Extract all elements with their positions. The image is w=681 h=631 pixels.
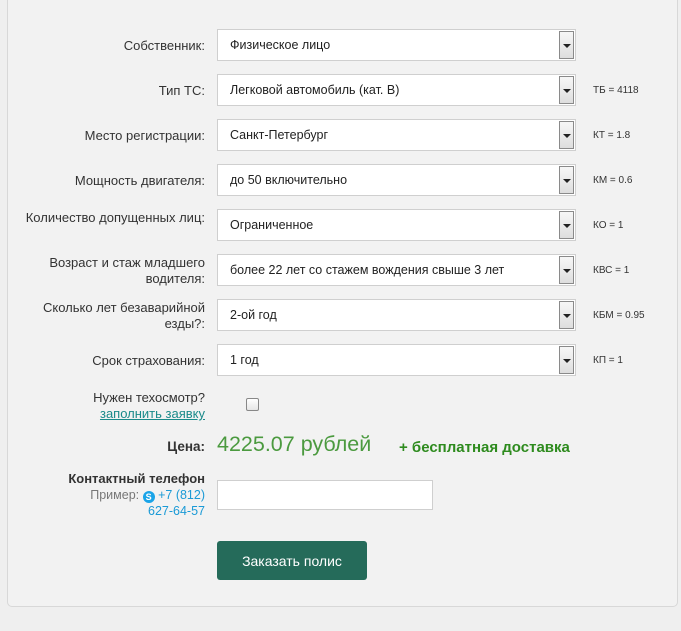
inspection-wrapper: заполнить заявку: [15, 406, 205, 422]
price-label: Цена:: [167, 439, 205, 454]
skype-icon: S: [142, 491, 155, 503]
coef-tb: ТБ = 4118: [593, 85, 639, 96]
phone-example-number-2[interactable]: 627-64-57: [148, 504, 205, 518]
chevron-down-icon[interactable]: [559, 211, 574, 239]
vehicle-type-select-value: Легковой автомобиль (кат. В): [230, 83, 400, 97]
registration-place-label: Место регистрации:: [84, 128, 205, 143]
insurance-term-select-value: 1 год: [230, 353, 259, 367]
chevron-down-icon[interactable]: [559, 31, 574, 59]
accident-free-select[interactable]: 2-ой год: [217, 299, 576, 331]
registration-place-select-value: Санкт-Петербург: [230, 128, 329, 142]
price-value: 4225.07 рублей: [217, 432, 372, 456]
chevron-down-icon[interactable]: [559, 76, 574, 104]
chevron-down-icon[interactable]: [559, 301, 574, 329]
driver-age-label: Возраст и стаж младшего водителя:: [49, 255, 205, 286]
chevron-down-icon[interactable]: [559, 166, 574, 194]
registration-place-select[interactable]: Санкт-Петербург: [217, 119, 576, 151]
vehicle-type-select[interactable]: Легковой автомобиль (кат. В): [217, 74, 576, 106]
allowed-persons-label: Количество допущенных лиц:: [25, 210, 205, 225]
accident-free-select-value: 2-ой год: [230, 308, 277, 322]
accident-free-label: Сколько лет безаварийной езды?:: [43, 300, 205, 331]
coef-kt: КТ = 1.8: [593, 130, 631, 141]
driver-age-select[interactable]: более 22 лет со стажем вождения свыше 3 …: [217, 254, 576, 286]
coef-ko: КО = 1: [593, 220, 624, 231]
fill-request-link[interactable]: заполнить заявку: [100, 406, 205, 421]
engine-power-select-value: до 50 включительно: [230, 173, 348, 187]
insurance-term-select[interactable]: 1 год: [217, 344, 576, 376]
phone-example-number-1[interactable]: +7 (812): [158, 488, 205, 502]
free-delivery-text: + бесплатная доставка: [399, 439, 570, 456]
vehicle-type-label: Тип ТС:: [158, 83, 205, 98]
coef-kbm: КБМ = 0.95: [593, 310, 645, 321]
inspection-label: Нужен техосмотр?: [93, 390, 205, 405]
owner-select[interactable]: Физическое лицо: [217, 29, 576, 61]
allowed-persons-select-value: Ограниченное: [230, 218, 314, 232]
owner-label: Собственник:: [123, 38, 205, 53]
order-policy-button[interactable]: Заказать полис: [217, 541, 367, 580]
engine-power-label: Мощность двигателя:: [74, 173, 205, 188]
phone-input[interactable]: [217, 480, 433, 510]
insurance-term-label: Срок страхования:: [92, 353, 205, 368]
coef-kp: КП = 1: [593, 355, 623, 366]
coef-kvs: КВС = 1: [593, 265, 630, 276]
chevron-down-icon[interactable]: [559, 346, 574, 374]
engine-power-select[interactable]: до 50 включительно: [217, 164, 576, 196]
chevron-down-icon[interactable]: [559, 121, 574, 149]
contact-phone-label: Контактный телефон: [68, 471, 205, 486]
inspection-checkbox[interactable]: [246, 398, 259, 411]
driver-age-select-value: более 22 лет со стажем вождения свыше 3 …: [230, 263, 505, 277]
phone-example: Пример: S +7 (812) 627-64-57: [5, 487, 205, 519]
coef-km: КМ = 0.6: [593, 175, 633, 186]
chevron-down-icon[interactable]: [559, 256, 574, 284]
phone-example-prefix: Пример:: [90, 488, 140, 502]
allowed-persons-select[interactable]: Ограниченное: [217, 209, 576, 241]
owner-select-value: Физическое лицо: [230, 38, 331, 52]
